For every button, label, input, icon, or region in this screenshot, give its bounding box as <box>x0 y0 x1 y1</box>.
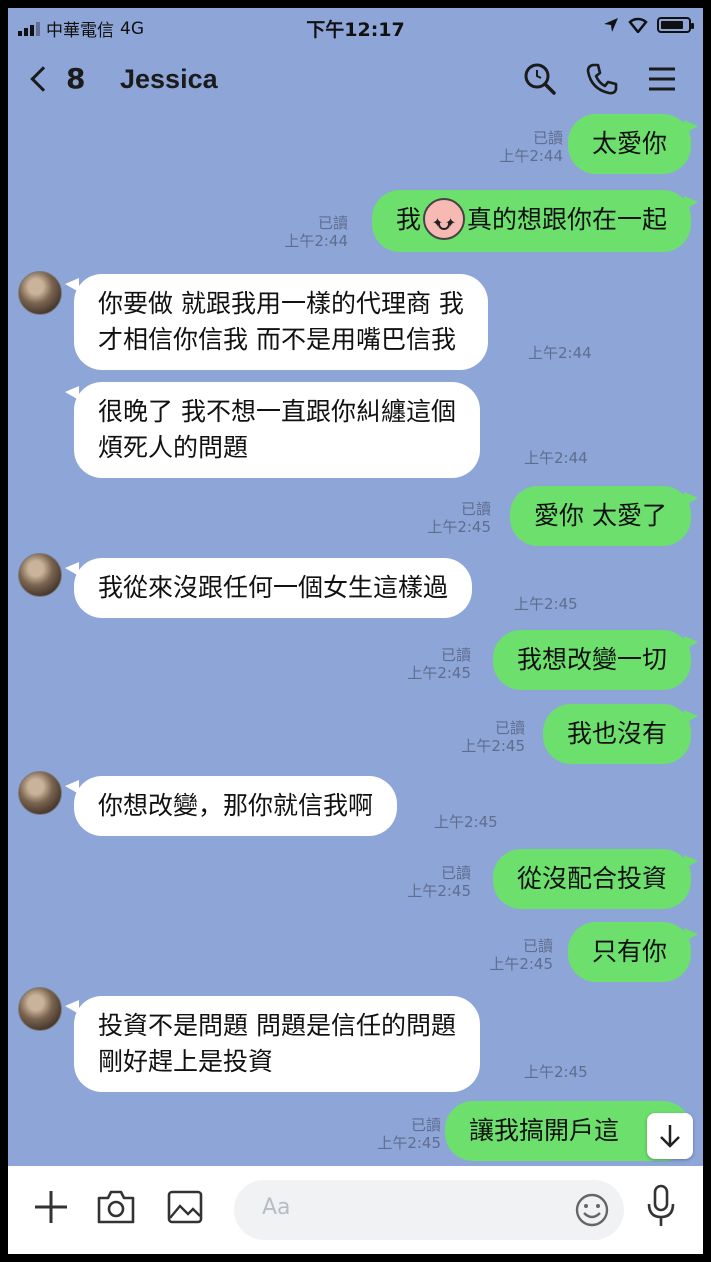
read-receipt: 已讀 <box>440 646 471 664</box>
message-bubble-incoming[interactable]: 你要做 就跟我用一樣的代理商 我 才相信你信我 而不是用嘴巴信我 <box>65 274 488 370</box>
message-bubble-outgoing[interactable]: 我想改變一切 <box>492 630 699 690</box>
message-meta: 已讀 上午2:45 <box>461 719 525 755</box>
message-bubble-outgoing[interactable]: 我也沒有 <box>542 704 699 764</box>
read-receipt: 已讀 <box>317 214 348 232</box>
message-meta: 已讀 上午2:44 <box>284 214 348 250</box>
scroll-to-bottom-button[interactable] <box>647 1113 693 1159</box>
message-line: 你想改變，那你就信我啊 <box>98 791 374 820</box>
back-button[interactable]: 8 <box>30 62 86 95</box>
chat-title: Jessica <box>120 64 218 94</box>
avatar[interactable] <box>18 771 62 815</box>
message-meta: 已讀 上午2:45 <box>407 646 471 682</box>
message-time: 上午2:45 <box>514 595 578 613</box>
search-icon[interactable] <box>523 62 557 96</box>
input-placeholder: Aa <box>262 1195 291 1220</box>
message-meta: 已讀 上午2:45 <box>407 864 471 900</box>
message-text: 真的想跟你在一起 <box>466 205 667 234</box>
unread-count: 8 <box>66 62 86 95</box>
message-bubble-incoming[interactable]: 很晚了 我不想一直跟你糾纏這個 煩死人的問題 <box>65 382 480 478</box>
status-bar: 中華電信 4G 下午12:17 <box>8 8 703 46</box>
message-line: 剛好趕上是投資 <box>98 1047 274 1076</box>
message-input[interactable]: Aa <box>234 1180 624 1240</box>
arrow-down-icon <box>660 1125 680 1148</box>
read-receipt: 已讀 <box>532 129 563 147</box>
message-list[interactable]: 太愛你 已讀 上午2:44 我 真的想跟你在一起 已讀 上午2:44 你要做 就跟… <box>8 114 703 1166</box>
message-time: 上午2:45 <box>524 1063 588 1081</box>
message-line: 才相信你信我 而不是用嘴巴信我 <box>98 325 456 354</box>
avatar[interactable] <box>18 271 62 315</box>
wifi-icon <box>628 17 648 33</box>
chevron-left-icon <box>30 65 56 92</box>
message-time: 上午2:45 <box>461 737 525 755</box>
phone-icon[interactable] <box>585 62 619 96</box>
sticker-emoji-icon <box>422 198 465 242</box>
read-receipt: 已讀 <box>460 500 491 518</box>
battery-icon <box>657 17 694 33</box>
read-receipt: 已讀 <box>440 864 471 882</box>
message-bubble-incoming[interactable]: 你想改變，那你就信我啊 <box>64 776 398 836</box>
read-receipt: 已讀 <box>494 719 525 737</box>
message-line: 我從來沒跟任何一個女生這樣過 <box>98 573 449 602</box>
mic-icon[interactable] <box>645 1184 677 1228</box>
avatar[interactable] <box>18 987 62 1031</box>
message-time: 上午2:44 <box>499 147 563 165</box>
message-time: 上午2:45 <box>489 955 553 973</box>
message-line: 煩死人的問題 <box>98 433 249 462</box>
input-bar: Aa <box>8 1166 703 1254</box>
message-bubble-outgoing[interactable]: 太愛你 <box>567 114 699 174</box>
smile-icon[interactable] <box>574 1192 610 1228</box>
read-receipt: 已讀 <box>410 1116 441 1134</box>
message-meta: 已讀 上午2:45 <box>489 937 553 973</box>
menu-icon[interactable] <box>647 64 677 94</box>
message-meta: 已讀 上午2:44 <box>499 129 563 165</box>
message-time: 上午2:45 <box>407 882 471 900</box>
message-time: 上午2:44 <box>284 232 348 250</box>
image-icon[interactable] <box>166 1188 204 1226</box>
message-time: 上午2:45 <box>377 1134 441 1152</box>
message-bubble-incoming[interactable]: 投資不是問題 問題是信任的問題 剛好趕上是投資 <box>65 996 480 1092</box>
message-line: 投資不是問題 問題是信任的問題 <box>98 1011 456 1040</box>
message-time: 上午2:45 <box>434 813 498 831</box>
message-meta: 已讀 上午2:45 <box>427 500 491 536</box>
message-time: 上午2:45 <box>407 664 471 682</box>
camera-icon[interactable] <box>96 1188 136 1226</box>
message-line: 你要做 就跟我用一樣的代理商 我 <box>98 289 464 318</box>
message-bubble-outgoing[interactable]: 愛你 太愛了 <box>510 486 698 546</box>
message-bubble-outgoing[interactable]: 我 真的想跟你在一起 <box>371 190 699 252</box>
message-bubble-incoming[interactable]: 我從來沒跟任何一個女生這樣過 <box>64 558 473 618</box>
message-meta: 已讀 上午2:45 <box>377 1116 441 1152</box>
message-line: 很晚了 我不想一直跟你糾纏這個 <box>98 397 456 426</box>
avatar[interactable] <box>18 553 62 597</box>
message-time: 上午2:44 <box>524 449 588 467</box>
plus-icon[interactable] <box>32 1188 70 1226</box>
message-bubble-outgoing[interactable]: 只有你 <box>567 922 699 982</box>
message-time: 上午2:45 <box>427 518 491 536</box>
chat-screen: 中華電信 4G 下午12:17 8 Jessica 太愛你 已讀 上午2:44 <box>8 8 703 1254</box>
read-receipt: 已讀 <box>522 937 553 955</box>
chat-header: 8 Jessica <box>8 46 703 116</box>
status-time: 下午12:17 <box>306 19 405 41</box>
message-text: 我 <box>395 205 421 234</box>
location-icon <box>604 18 618 32</box>
message-bubble-outgoing[interactable]: 從沒配合投資 <box>492 849 699 909</box>
message-time: 上午2:44 <box>528 344 592 362</box>
